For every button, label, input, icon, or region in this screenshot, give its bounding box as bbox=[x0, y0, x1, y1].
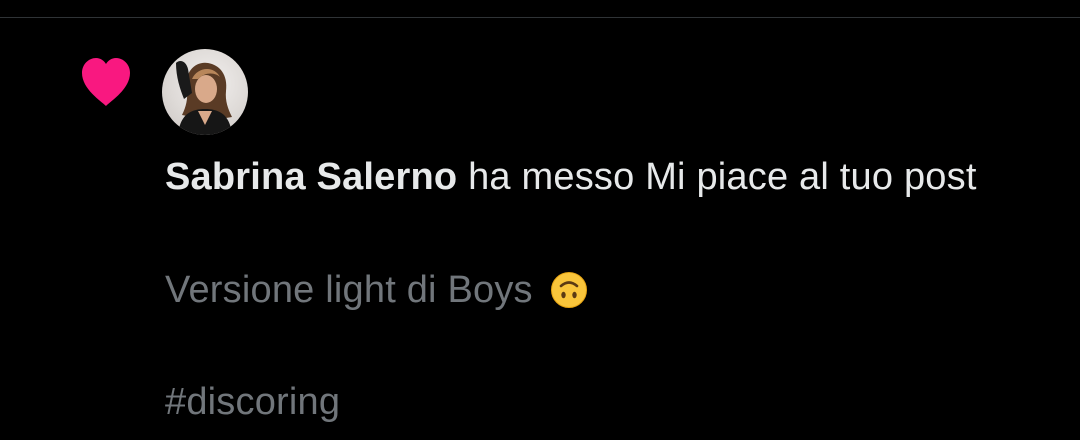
notification-text: Sabrina Salerno ha messo Mi piace al tuo… bbox=[165, 149, 1025, 206]
avatar[interactable] bbox=[162, 49, 248, 135]
heart-icon bbox=[79, 56, 133, 108]
post-text: Versione light di Boys bbox=[165, 269, 533, 311]
upside-down-face-emoji-icon bbox=[550, 269, 588, 308]
user-name-link[interactable]: Sabrina Salerno bbox=[165, 156, 457, 198]
post-preview[interactable]: Versione light di Boys #discoring bbox=[165, 262, 1025, 430]
post-text-line: Versione light di Boys bbox=[165, 262, 1025, 318]
post-hashtag[interactable]: #discoring bbox=[165, 374, 1025, 430]
top-divider bbox=[0, 17, 1080, 18]
notification-action-text: ha messo Mi piace al tuo post bbox=[457, 156, 977, 198]
